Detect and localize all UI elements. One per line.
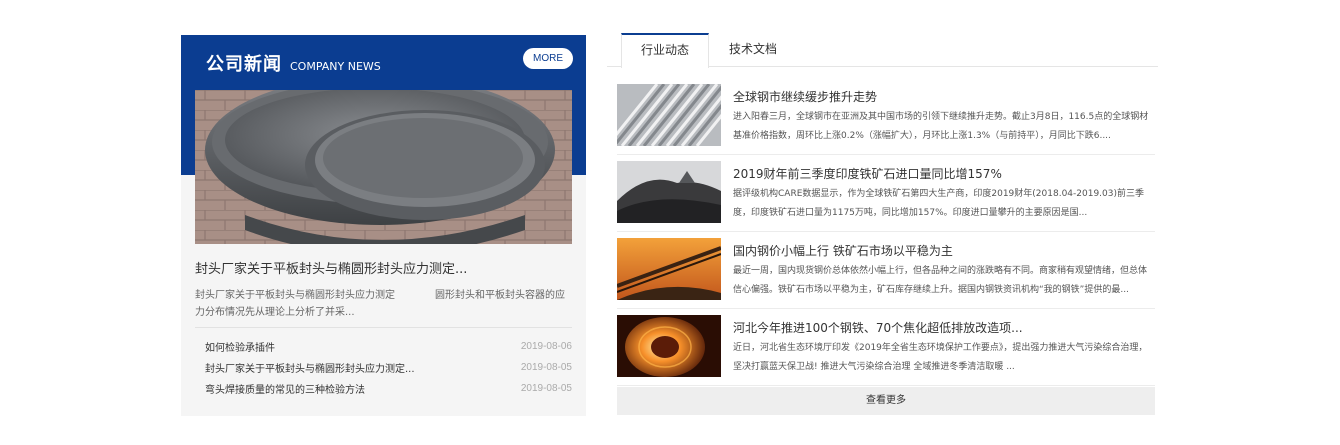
company-news-panel: 公司新闻 COMPANY NEWS MORE 封头厂家关于平板封头与椭圆形封头应…	[181, 35, 586, 416]
article-title[interactable]: 国内钢价小幅上行 铁矿石市场以平稳为主	[733, 242, 953, 259]
more-button[interactable]: MORE	[523, 48, 573, 69]
article-desc: 据评级机构CARE数据显示，作为全球铁矿石第四大生产商，印度2019财年(201…	[733, 189, 1144, 218]
list-item-title[interactable]: 弯头焊接质量的常见的三种检验方法	[205, 381, 365, 396]
feature-image-dish-heads[interactable]	[195, 90, 572, 244]
divider	[195, 327, 572, 328]
list-item-date: 2019-08-05	[520, 383, 572, 394]
tab-industry-news[interactable]: 行业动态	[621, 33, 709, 68]
article-item[interactable]: 国内钢价小幅上行 铁矿石市场以平稳为主 最近一周，国内现货钢价总体依然小幅上行，…	[617, 232, 1155, 309]
article-title[interactable]: 河北今年推进100个钢铁、70个焦化超低排放改造项...	[733, 319, 1023, 336]
article-thumbnail-iron-ore[interactable]	[617, 161, 721, 223]
article-thumbnail-hot-coil[interactable]	[617, 315, 721, 377]
article-desc: 近日，河北省生态环境厅印发《2019年全省生态环境保护工作要点》，提出强力推进大…	[733, 343, 1148, 372]
company-news-title-en: COMPANY NEWS	[290, 60, 381, 73]
article-desc: 最近一周，国内现货钢价总体依然小幅上行，但各品种之间的涨跌略有不同。商家稍有观望…	[733, 266, 1148, 295]
company-news-heading: 公司新闻 COMPANY NEWS	[206, 50, 381, 75]
feature-summary: 封头厂家关于平板封头与椭圆形封头应力测定 圆形封头和平板封头容器的应力分布情况先…	[195, 290, 565, 318]
list-item[interactable]: 封头厂家关于平板封头与椭圆形封头应力测定... 2019-08-05	[195, 357, 572, 378]
article-title[interactable]: 全球钢市继续缓步推升走势	[733, 88, 877, 105]
list-item-title[interactable]: 如何检验承插件	[205, 339, 275, 354]
article-item[interactable]: 2019财年前三季度印度铁矿石进口量同比增157% 据评级机构CARE数据显示，…	[617, 155, 1155, 232]
list-item-date: 2019-08-06	[520, 341, 572, 352]
article-thumbnail-steel-pipes[interactable]	[617, 84, 721, 146]
company-news-list: 如何检验承插件 2019-08-06 封头厂家关于平板封头与椭圆形封头应力测定.…	[195, 336, 572, 399]
article-desc: 进入阳春三月，全球钢市在亚洲及其中国市场的引领下继续推升走势。截止3月8日，11…	[733, 112, 1149, 141]
industry-article-list: 全球钢市继续缓步推升走势 进入阳春三月，全球钢市在亚洲及其中国市场的引领下继续推…	[617, 78, 1155, 386]
article-title[interactable]: 2019财年前三季度印度铁矿石进口量同比增157%	[733, 165, 1002, 182]
industry-tabs: 行业动态 技术文档	[607, 33, 1158, 68]
article-item[interactable]: 全球钢市继续缓步推升走势 进入阳春三月，全球钢市在亚洲及其中国市场的引领下继续推…	[617, 78, 1155, 155]
article-thumbnail-ore-conveyor[interactable]	[617, 238, 721, 300]
list-item[interactable]: 弯头焊接质量的常见的三种检验方法 2019-08-05	[195, 378, 572, 399]
list-item-title[interactable]: 封头厂家关于平板封头与椭圆形封头应力测定...	[205, 360, 415, 375]
list-item-date: 2019-08-05	[520, 362, 572, 373]
article-item[interactable]: 河北今年推进100个钢铁、70个焦化超低排放改造项... 近日，河北省生态环境厅…	[617, 309, 1155, 386]
feature-title-link[interactable]: 封头厂家关于平板封头与椭圆形封头应力测定...	[195, 258, 572, 277]
see-more-button[interactable]: 查看更多	[617, 387, 1155, 415]
list-item[interactable]: 如何检验承插件 2019-08-06	[195, 336, 572, 357]
tab-tech-docs[interactable]: 技术文档	[709, 33, 797, 67]
company-news-title-cn: 公司新闻	[206, 54, 282, 75]
